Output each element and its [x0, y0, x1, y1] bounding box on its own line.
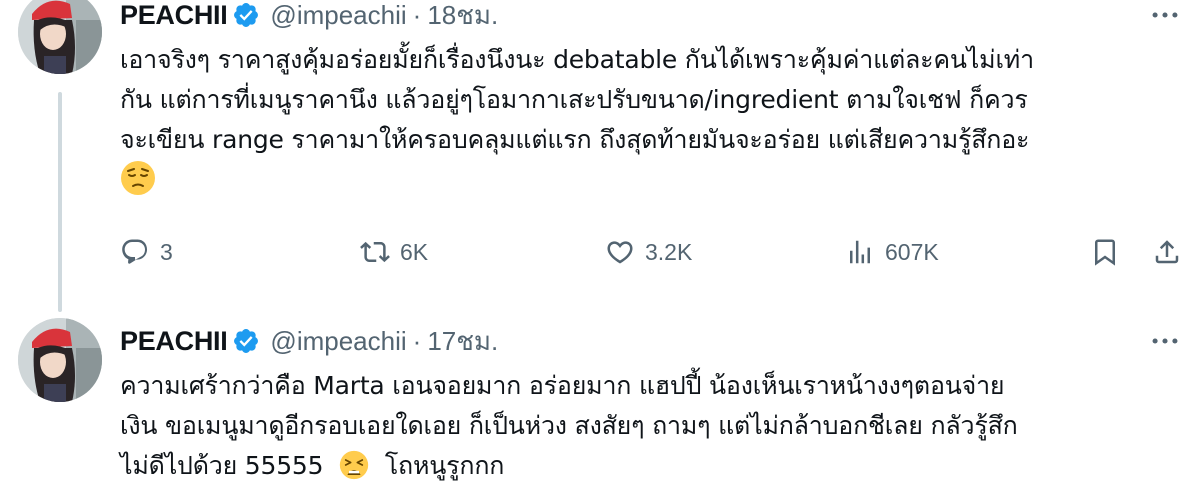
display-name[interactable]: PEACHII	[120, 326, 228, 357]
tired-face-emoji-icon	[339, 450, 369, 480]
tweet-1[interactable]: PEACHII @impeachii · 18ชม. เอาจริงๆ ราคา…	[0, 0, 1200, 300]
timestamp[interactable]: 17ชม.	[427, 321, 498, 362]
tweet-text-segment: ไม่ดีไปด้วย 55555	[120, 451, 324, 480]
tweet-text-line: จะเขียน range ราคามาให้ครอบคลุมแต่แรก ถึ…	[120, 125, 1030, 154]
repost-button[interactable]: 6K	[360, 232, 428, 272]
pensive-face-emoji-icon	[121, 161, 155, 195]
tweet-2[interactable]: PEACHII @impeachii · 17ชม. ความเศร้ากว่า…	[0, 312, 1200, 492]
more-options-icon[interactable]	[1148, 324, 1182, 358]
tweet-header: PEACHII @impeachii · 18ชม.	[120, 0, 498, 32]
views-button[interactable]: 607K	[845, 232, 939, 272]
user-handle[interactable]: @impeachii	[270, 326, 406, 357]
tweet-text-line: เอาจริงๆ ราคาสูงคุ้มอร่อยมั้ยก็เรื่องนึง…	[120, 45, 1034, 74]
like-icon	[607, 241, 633, 264]
tweet-text-line: กัน แต่การที่เมนูราคานึง แล้วอยู่ๆโอมากา…	[120, 85, 1028, 114]
tweet-text: ความเศร้ากว่าคือ Marta เอนจอยมาก อร่อยมา…	[120, 366, 1190, 486]
bookmark-icon	[1095, 239, 1115, 266]
avatar-image	[18, 318, 102, 402]
separator-dot: ·	[412, 325, 422, 356]
tweet-text-line: ความเศร้ากว่าคือ Marta เอนจอยมาก อร่อยมา…	[120, 371, 1005, 400]
avatar-image	[18, 0, 102, 74]
tweet-text-line: ไม่ดีไปด้วย 55555 โถหนูรูกกก	[120, 446, 1190, 486]
tweet-header: PEACHII @impeachii · 17ชม.	[120, 324, 498, 358]
tweet-text-line	[120, 160, 1190, 202]
user-handle[interactable]: @impeachii	[270, 0, 406, 31]
reply-button[interactable]: 3	[120, 232, 173, 272]
tweet-text: เอาจริงๆ ราคาสูงคุ้มอร่อยมั้ยก็เรื่องนึง…	[120, 40, 1190, 202]
tweet-text-line: เงิน ขอเมนูมาดูอีกรอบเอยใดเอย ก็เป็นห่วง…	[120, 411, 1018, 440]
tweet-actions: 3 6K 3.2K 607K	[120, 232, 1190, 272]
share-icon	[1155, 240, 1179, 264]
bookmark-button[interactable]	[1090, 232, 1120, 272]
more-options-icon[interactable]	[1148, 0, 1182, 32]
views-icon	[850, 240, 870, 264]
separator-dot: ·	[412, 0, 422, 30]
verified-badge-icon[interactable]	[232, 327, 260, 355]
verified-badge-icon[interactable]	[232, 1, 260, 29]
timestamp[interactable]: 18ชม.	[427, 0, 498, 36]
like-count: 3.2K	[645, 238, 693, 265]
repost-count: 6K	[400, 238, 429, 265]
like-button[interactable]: 3.2K	[605, 232, 692, 272]
tweet-text-segment: โถหนูรูกกก	[384, 451, 505, 480]
display-name[interactable]: PEACHII	[120, 0, 228, 31]
share-button[interactable]	[1152, 232, 1182, 272]
reply-icon	[122, 239, 148, 264]
views-count: 607K	[885, 238, 939, 265]
repost-icon	[360, 241, 390, 263]
reply-count: 3	[160, 238, 173, 265]
avatar[interactable]	[18, 0, 102, 74]
avatar[interactable]	[18, 318, 102, 402]
